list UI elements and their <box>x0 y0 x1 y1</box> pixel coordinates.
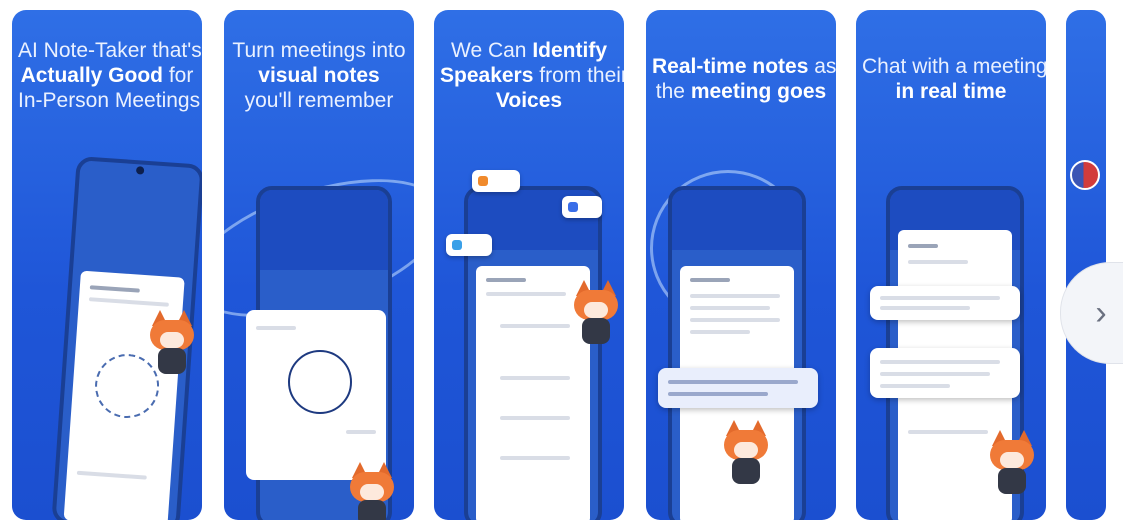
title-line: in real time <box>895 80 1007 103</box>
chevron-right-icon: › <box>1095 293 1107 332</box>
sketch-line <box>256 326 296 330</box>
text-line <box>668 392 768 396</box>
text-line <box>668 380 798 384</box>
title-line: visual notes <box>258 64 380 87</box>
speaker-tag <box>472 170 520 192</box>
card-title: AI Note-Taker that's Actually Good for I… <box>12 38 202 113</box>
screenshot-card-5[interactable]: Chat with a meeting in real time <box>856 10 1046 520</box>
fox-mascot <box>990 430 1034 494</box>
text-line <box>880 372 990 376</box>
text-line <box>880 384 950 388</box>
chat-bubble <box>870 348 1020 398</box>
title-line: Turn meetings into <box>232 39 406 62</box>
text-line <box>880 296 1000 300</box>
flag-icon <box>1070 160 1100 190</box>
visual-notes-card <box>246 310 386 480</box>
title-line: the meeting goes <box>655 80 827 103</box>
screenshot-card-2[interactable]: Turn meetings into visual notes you'll r… <box>224 10 414 520</box>
title-line: AI Note-Taker that's <box>18 39 202 62</box>
fox-mascot <box>574 280 618 344</box>
fox-mascot <box>724 420 768 484</box>
speaker-tag <box>562 196 602 218</box>
chat-bubble <box>870 286 1020 320</box>
title-line: In-Person Meetings <box>18 89 201 112</box>
card-title: Turn meetings into visual notes you'll r… <box>224 38 414 113</box>
notes-sheet <box>63 270 185 520</box>
text-line <box>500 324 570 328</box>
text-line <box>908 244 938 248</box>
text-line <box>88 297 169 307</box>
card-title: We Can Identify Speakers from their Voic… <box>434 38 624 113</box>
title-line: Speakers from their <box>440 64 624 87</box>
title-line: We Can Identify <box>451 39 607 62</box>
text-line <box>880 306 970 310</box>
fox-mascot <box>350 462 394 520</box>
text-line <box>500 416 570 420</box>
sketch-line <box>346 430 376 434</box>
text-line <box>486 292 566 296</box>
app-header <box>260 190 388 270</box>
text-line <box>908 430 988 434</box>
text-line <box>690 330 750 334</box>
text-line <box>76 470 147 480</box>
phone-notch <box>135 166 145 175</box>
screenshot-card-3[interactable]: We Can Identify Speakers from their Voic… <box>434 10 624 520</box>
text-line <box>690 278 730 282</box>
speaker-tag <box>446 234 492 256</box>
text-line <box>500 376 570 380</box>
screenshot-card-4[interactable]: Real-time notes as the meeting goes <box>646 10 836 520</box>
screenshot-card-1[interactable]: AI Note-Taker that's Actually Good for I… <box>12 10 202 520</box>
fox-mascot <box>150 310 194 374</box>
title-line: Actually Good for <box>20 64 194 87</box>
title-line: Real-time notes as <box>652 55 836 78</box>
text-line <box>89 285 140 293</box>
text-line <box>908 260 968 264</box>
text-line <box>880 360 1000 364</box>
title-line: you'll remember <box>244 89 394 112</box>
text-line <box>690 318 780 322</box>
text-line <box>500 456 570 460</box>
card-title: Real-time notes as the meeting goes <box>646 54 836 104</box>
text-line <box>486 278 526 282</box>
card-title: Chat with a meeting in real time <box>856 54 1046 104</box>
transcript-sheet <box>476 266 590 520</box>
title-line: Chat with a meeting <box>862 55 1046 78</box>
text-line <box>690 306 770 310</box>
text-line <box>690 294 780 298</box>
live-note-highlight <box>658 368 818 408</box>
title-line: Voices <box>495 89 563 112</box>
app-header <box>672 190 802 250</box>
sketch-diagram <box>288 350 352 414</box>
